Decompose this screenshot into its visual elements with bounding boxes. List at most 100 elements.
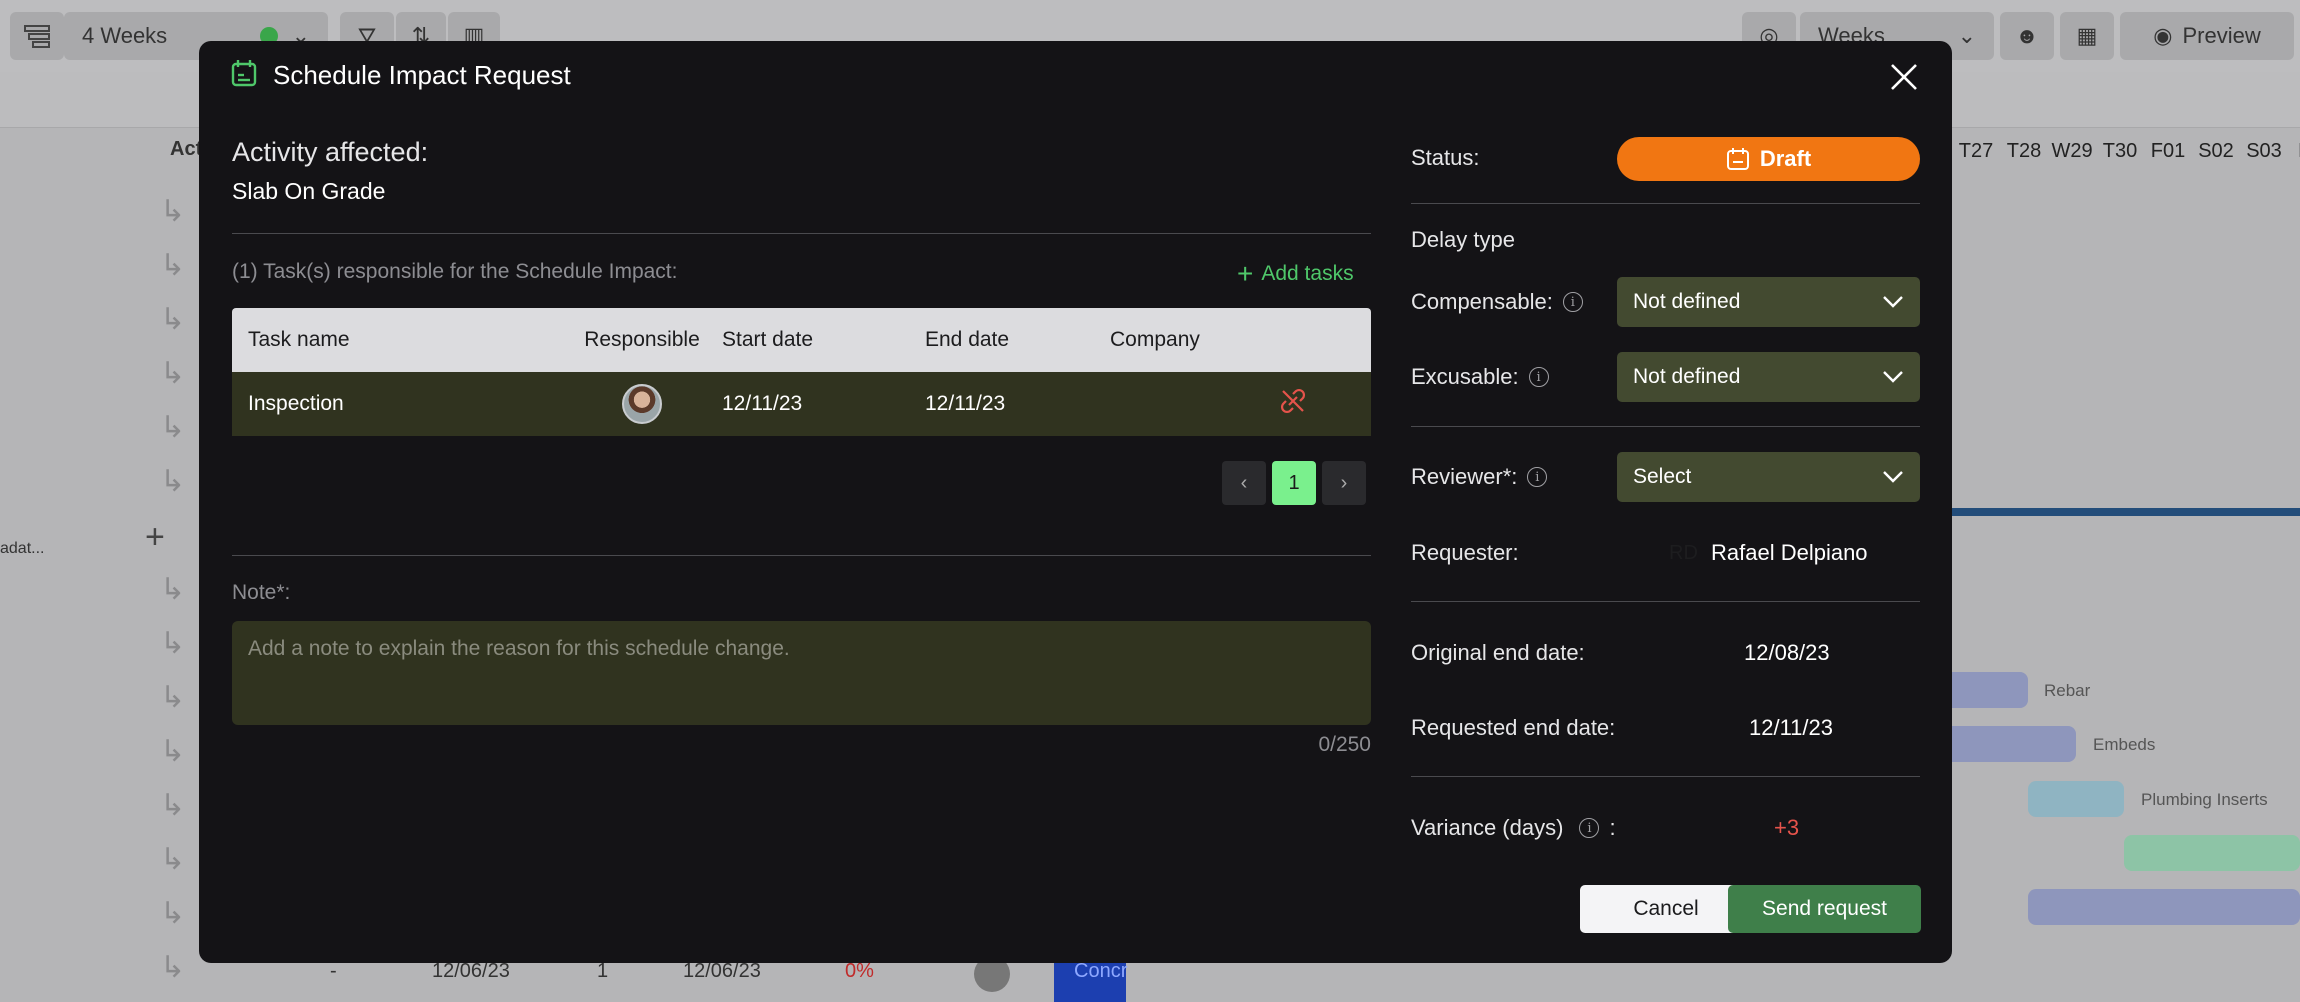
original-end-date-label: Original end date:	[1411, 640, 1585, 665]
gantt-bar-label: Rebar	[2044, 681, 2091, 700]
subtask-arrow-icon: ↳	[160, 789, 186, 822]
preview-label: Preview	[2182, 23, 2261, 48]
row-end-date: 12/06/23	[683, 960, 761, 982]
gantt-day: W29	[2051, 140, 2093, 162]
add-tasks-button[interactable]: + Add tasks	[1237, 260, 1354, 288]
chevron-right-icon: ›	[1340, 471, 1348, 494]
excusable-label-row: Excusable: i	[1411, 364, 1549, 390]
gantt-bar[interactable]	[2028, 781, 2124, 817]
cancel-button[interactable]: Cancel	[1580, 885, 1752, 933]
end-date-cell: 12/11/23	[925, 392, 1006, 415]
gantt-bar[interactable]	[2124, 835, 2300, 871]
requester-label: Requester:	[1411, 540, 1519, 565]
subtask-arrow-icon: ↳	[160, 681, 186, 714]
divider	[1411, 776, 1920, 777]
chart-settings-icon[interactable]: ▦	[2060, 12, 2114, 60]
note-textarea[interactable]	[232, 621, 1371, 725]
variance-value: +3	[1774, 815, 1800, 840]
subtask-arrow-icon: ↳	[160, 573, 186, 606]
gantt-day: S02	[2198, 140, 2234, 162]
preview-button[interactable]: ◉ Preview	[2120, 12, 2294, 60]
gantt-day: T27	[1958, 140, 1994, 162]
background-bottom-row: - 12/06/23 1 12/06/23 0% Concr	[0, 956, 1300, 1002]
column-header-responsible[interactable]: Responsible	[562, 328, 722, 352]
subtask-arrow-icon: ↳	[160, 411, 186, 444]
avatar[interactable]	[622, 384, 662, 424]
info-icon[interactable]: i	[1562, 292, 1583, 312]
chevron-left-icon: ‹	[1240, 471, 1248, 494]
gantt-day: S03	[2246, 140, 2282, 162]
requester-initials: RD	[1669, 542, 1698, 564]
unlink-icon[interactable]	[1280, 388, 1306, 420]
reviewer-dropdown[interactable]: Select	[1617, 452, 1920, 502]
subtask-arrow-icon: ↳	[160, 465, 186, 498]
compensable-value: Not defined	[1633, 290, 1741, 313]
eye-icon: ◉	[2153, 23, 2173, 48]
row-partial-label: adat...	[0, 540, 45, 557]
subtask-arrow-icon: ↳	[160, 627, 186, 660]
add-row-icon[interactable]: +	[145, 518, 165, 557]
row-percent: 0%	[845, 960, 874, 982]
subtask-arrow-icon: ↳	[160, 249, 186, 282]
divider	[1411, 426, 1920, 427]
chevron-down-icon: ⌄	[1957, 23, 1976, 48]
add-tasks-label: Add tasks	[1261, 262, 1354, 285]
page-button-current[interactable]: 1	[1272, 461, 1316, 505]
activity-affected-label: Activity affected:	[232, 137, 429, 167]
pagination: ‹ 1 ›	[1222, 461, 1366, 505]
info-icon[interactable]: i	[1528, 367, 1549, 387]
excusable-dropdown[interactable]: Not defined	[1617, 352, 1920, 402]
original-end-date-value: 12/08/23	[1744, 640, 1830, 665]
range-select-label: 4 Weeks	[82, 23, 168, 48]
table-header-row: Task name Responsible Start date End dat…	[232, 308, 1371, 372]
activity-affected-value: Slab On Grade	[232, 178, 386, 204]
send-request-button[interactable]: Send request	[1728, 885, 1921, 933]
table-row[interactable]: Inspection 12/11/23 12/11/23	[232, 372, 1371, 436]
status-label: Status:	[1411, 145, 1480, 170]
requested-end-date-value: 12/11/23	[1749, 715, 1834, 740]
tasks-table: Task name Responsible Start date End dat…	[232, 308, 1371, 436]
info-icon[interactable]: i	[1579, 818, 1600, 838]
gantt-day: F01	[2150, 140, 2186, 162]
calendar-impact-icon	[231, 59, 257, 92]
row-number: 1	[597, 960, 609, 982]
column-header-task-name[interactable]: Task name	[232, 328, 562, 352]
row-dash: -	[330, 960, 337, 982]
subtask-arrow-icon: ↳	[160, 303, 186, 336]
variance-label-row: Variance (days) i :	[1411, 815, 1616, 841]
close-icon	[1891, 64, 1917, 90]
list-view-icon[interactable]	[10, 12, 64, 60]
subtask-arrow-icon: ↳	[160, 195, 186, 228]
status-value: Draft	[1759, 146, 1812, 171]
subtask-arrow-icon: ↳	[160, 357, 186, 390]
modal-header: Schedule Impact Request	[231, 59, 571, 92]
info-icon[interactable]: i	[1527, 467, 1548, 487]
subtask-arrow-icon: ↳	[160, 735, 186, 768]
column-header-start-date[interactable]: Start date	[722, 328, 925, 352]
palette-icon[interactable]: ☻	[2000, 12, 2054, 60]
subtask-arrow-icon: ↳	[160, 843, 186, 876]
subtask-arrow-icon: ↳	[160, 897, 186, 930]
divider	[232, 555, 1371, 556]
column-header-end-date[interactable]: End date	[925, 328, 1110, 352]
variance-label: Variance (days)	[1411, 815, 1564, 840]
excusable-value: Not defined	[1633, 365, 1741, 388]
variance-colon: :	[1609, 815, 1616, 840]
column-header-company[interactable]: Company	[1110, 328, 1280, 352]
prev-page-button[interactable]: ‹	[1222, 461, 1266, 505]
compensable-dropdown[interactable]: Not defined	[1617, 277, 1920, 327]
close-button[interactable]	[1884, 57, 1924, 97]
gantt-bar-label: Plumbing Inserts	[2141, 790, 2268, 809]
next-page-button[interactable]: ›	[1322, 461, 1366, 505]
row-start-date: 12/06/23	[432, 960, 510, 982]
gantt-day: M0	[2288, 140, 2300, 176]
divider	[1411, 601, 1920, 602]
gantt-bar[interactable]	[2028, 889, 2300, 925]
task-name-cell: Inspection	[248, 392, 344, 415]
requester-name: Rafael Delpiano	[1711, 540, 1868, 565]
gantt-summary-bar	[1952, 508, 2300, 516]
gantt-day: T30	[2102, 140, 2138, 162]
gantt-bar-label: Embeds	[2093, 735, 2156, 754]
compensable-label: Compensable:	[1411, 289, 1553, 314]
delay-type-label: Delay type	[1411, 227, 1515, 252]
